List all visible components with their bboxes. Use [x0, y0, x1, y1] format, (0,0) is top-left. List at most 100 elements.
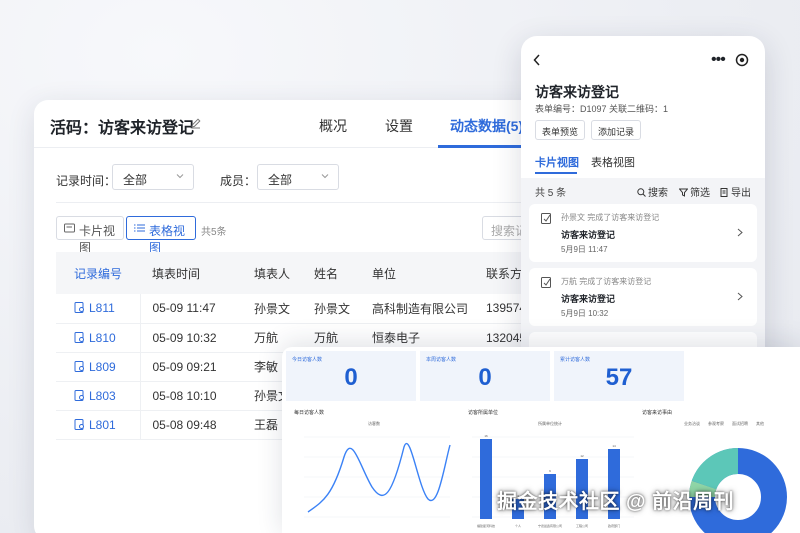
- mobile-tab-indicator: [535, 172, 577, 174]
- mobile-record-card[interactable]: 孙景文 完成了访客来访登记 访客来访登记 5月9日 11:47: [529, 204, 757, 262]
- table-cell: 05-08 09:48: [140, 410, 242, 440]
- edit-icon[interactable]: [190, 117, 202, 129]
- bar-category-label: 个人: [515, 524, 521, 528]
- bar-category-label: 宁德晨鑫有限公司: [538, 523, 562, 528]
- document-icon: [541, 277, 551, 288]
- filter-icon: [678, 188, 689, 197]
- chevron-right-icon: [737, 292, 743, 301]
- tab-dynamic-data[interactable]: 动态数据(5): [450, 116, 523, 136]
- search-icon: [637, 188, 646, 197]
- search-label: 搜索: [648, 188, 668, 199]
- record-count: 共5条: [201, 227, 227, 238]
- mobile-top-bar: •••: [521, 36, 765, 84]
- filter-label: 筛选: [690, 188, 710, 199]
- bar-category-label: 福建星河科技: [477, 523, 495, 528]
- record-author: 孙景文 完成了访客来访登记: [561, 213, 660, 222]
- table-view-button[interactable]: 表格视图: [126, 216, 196, 255]
- record-id-link[interactable]: L811: [89, 301, 115, 315]
- view-switcher: 卡片视图 表格视图 共5条 搜索记: [56, 216, 582, 255]
- filter-row: 记录时间： 全部 成员： 全部: [34, 164, 594, 192]
- record-time-label: 记录时间：: [56, 174, 117, 188]
- stat-card: 本周访客人数 0: [420, 351, 550, 401]
- add-record-button[interactable]: 添加记录: [591, 120, 642, 140]
- chevron-down-icon: [321, 174, 329, 179]
- mobile-record-card[interactable]: 万航 完成了访客来访登记 访客来访登记 5月9日 10:32: [529, 268, 757, 326]
- document-icon: [541, 213, 551, 224]
- pie-legend-0: 业务洽谈: [684, 421, 700, 426]
- mobile-search-button[interactable]: 搜索: [637, 184, 668, 199]
- table-cell: 05-09 11:47: [140, 294, 242, 324]
- column-header[interactable]: 单位: [360, 252, 474, 294]
- divider: [56, 202, 572, 203]
- record-id-link[interactable]: L810: [89, 331, 116, 345]
- panel-title: 访客来访事由: [642, 410, 673, 416]
- bar-value-label: 9: [549, 469, 551, 473]
- mobile-filter-button[interactable]: 筛选: [678, 184, 710, 199]
- mobile-subtitle: 表单编号：D1097 关联二维码：1: [535, 104, 669, 114]
- record-id-link[interactable]: L801: [89, 418, 116, 432]
- table-cell: 孙景文: [242, 294, 302, 324]
- page-title: 活码：访客来访登记: [50, 120, 195, 137]
- column-header[interactable]: 记录编号: [56, 252, 140, 294]
- record-title: 访客来访登记: [561, 230, 616, 240]
- bar-category-label: 政府部门: [608, 523, 620, 528]
- panel-title: 访客所属单位: [468, 410, 499, 416]
- record-icon: [74, 360, 84, 372]
- member-select[interactable]: 全部: [257, 164, 339, 190]
- table-row[interactable]: L811 05-09 11:47 孙景文 孙景文 高科制造有限公司 139574: [56, 294, 594, 324]
- stat-value: 0: [478, 364, 492, 391]
- bar-0: [480, 439, 492, 519]
- record-title: 访客来访登记: [561, 294, 616, 304]
- mobile-record-count: 共 5 条: [535, 188, 567, 199]
- tab-overview[interactable]: 概况: [319, 116, 347, 136]
- watermark-text: 掘金技术社区 @ 前沿周刊: [497, 491, 735, 513]
- tab-settings[interactable]: 设置: [385, 116, 413, 136]
- mobile-window: ••• 访客来访登记 表单编号：D1097 关联二维码：1 表单预览 添加记录 …: [521, 36, 765, 376]
- card-icon: [64, 223, 75, 233]
- close-target-icon[interactable]: [735, 53, 749, 67]
- record-id-link[interactable]: L809: [89, 360, 116, 374]
- bar-chart: 16福建星河科技4个人9宁德晨鑫有限公司12工程公司14政府部门: [472, 434, 634, 528]
- table-cell: 05-09 09:21: [140, 352, 242, 382]
- card-view-button[interactable]: 卡片视图: [56, 216, 124, 255]
- card-view-label: 卡片视图: [79, 224, 116, 255]
- mobile-tab-table[interactable]: 表格视图: [591, 154, 635, 170]
- stat-card: 今日访客人数 0: [286, 351, 416, 401]
- form-preview-button[interactable]: 表单预览: [535, 120, 586, 140]
- mobile-export-button[interactable]: 导出: [720, 184, 751, 199]
- record-time-select[interactable]: 全部: [112, 164, 194, 190]
- desktop-header: 活码：访客来访登记 概况 设置 动态数据(5): [34, 100, 594, 148]
- column-header[interactable]: 姓名: [302, 252, 360, 294]
- record-icon: [74, 302, 84, 314]
- export-label: 导出: [731, 188, 751, 199]
- record-icon: [74, 389, 84, 401]
- bar-value-label: 12: [580, 454, 584, 458]
- table-view-label: 表格视图: [149, 224, 186, 255]
- active-tab-indicator: [438, 145, 528, 148]
- pie-legend-1: 参观考察: [708, 421, 724, 426]
- column-header[interactable]: 填表人: [242, 252, 302, 294]
- more-icon[interactable]: •••: [711, 52, 726, 68]
- stat-card: 累计访客人数 57: [554, 351, 684, 401]
- mobile-tab-card[interactable]: 卡片视图: [535, 154, 579, 170]
- donut-chart: [689, 447, 787, 533]
- record-id-link[interactable]: L803: [89, 389, 116, 403]
- line-series: [307, 443, 451, 513]
- table-header-row: 记录编号 填表时间 填表人 姓名 单位 联系方: [56, 252, 594, 294]
- stat-label: 今日访客人数: [292, 357, 323, 363]
- list-icon: [134, 224, 145, 232]
- record-time: 5月9日 10:32: [561, 309, 609, 318]
- back-arrow-icon[interactable]: [533, 54, 541, 66]
- record-time-value: 全部: [123, 173, 148, 187]
- stat-label: 累计访客人数: [560, 357, 591, 363]
- stat-value: 0: [344, 364, 358, 391]
- record-icon: [74, 418, 84, 430]
- bar-value-label: 16: [484, 434, 488, 438]
- pie-legend-2: 面试招聘: [732, 421, 748, 426]
- member-value: 全部: [268, 173, 293, 187]
- panel-title: 每日访客人数: [294, 410, 325, 416]
- record-icon: [74, 331, 84, 343]
- column-header[interactable]: 填表时间: [140, 252, 242, 294]
- mobile-title: 访客来访登记: [535, 84, 619, 100]
- bar-category-label: 工程公司: [576, 523, 588, 528]
